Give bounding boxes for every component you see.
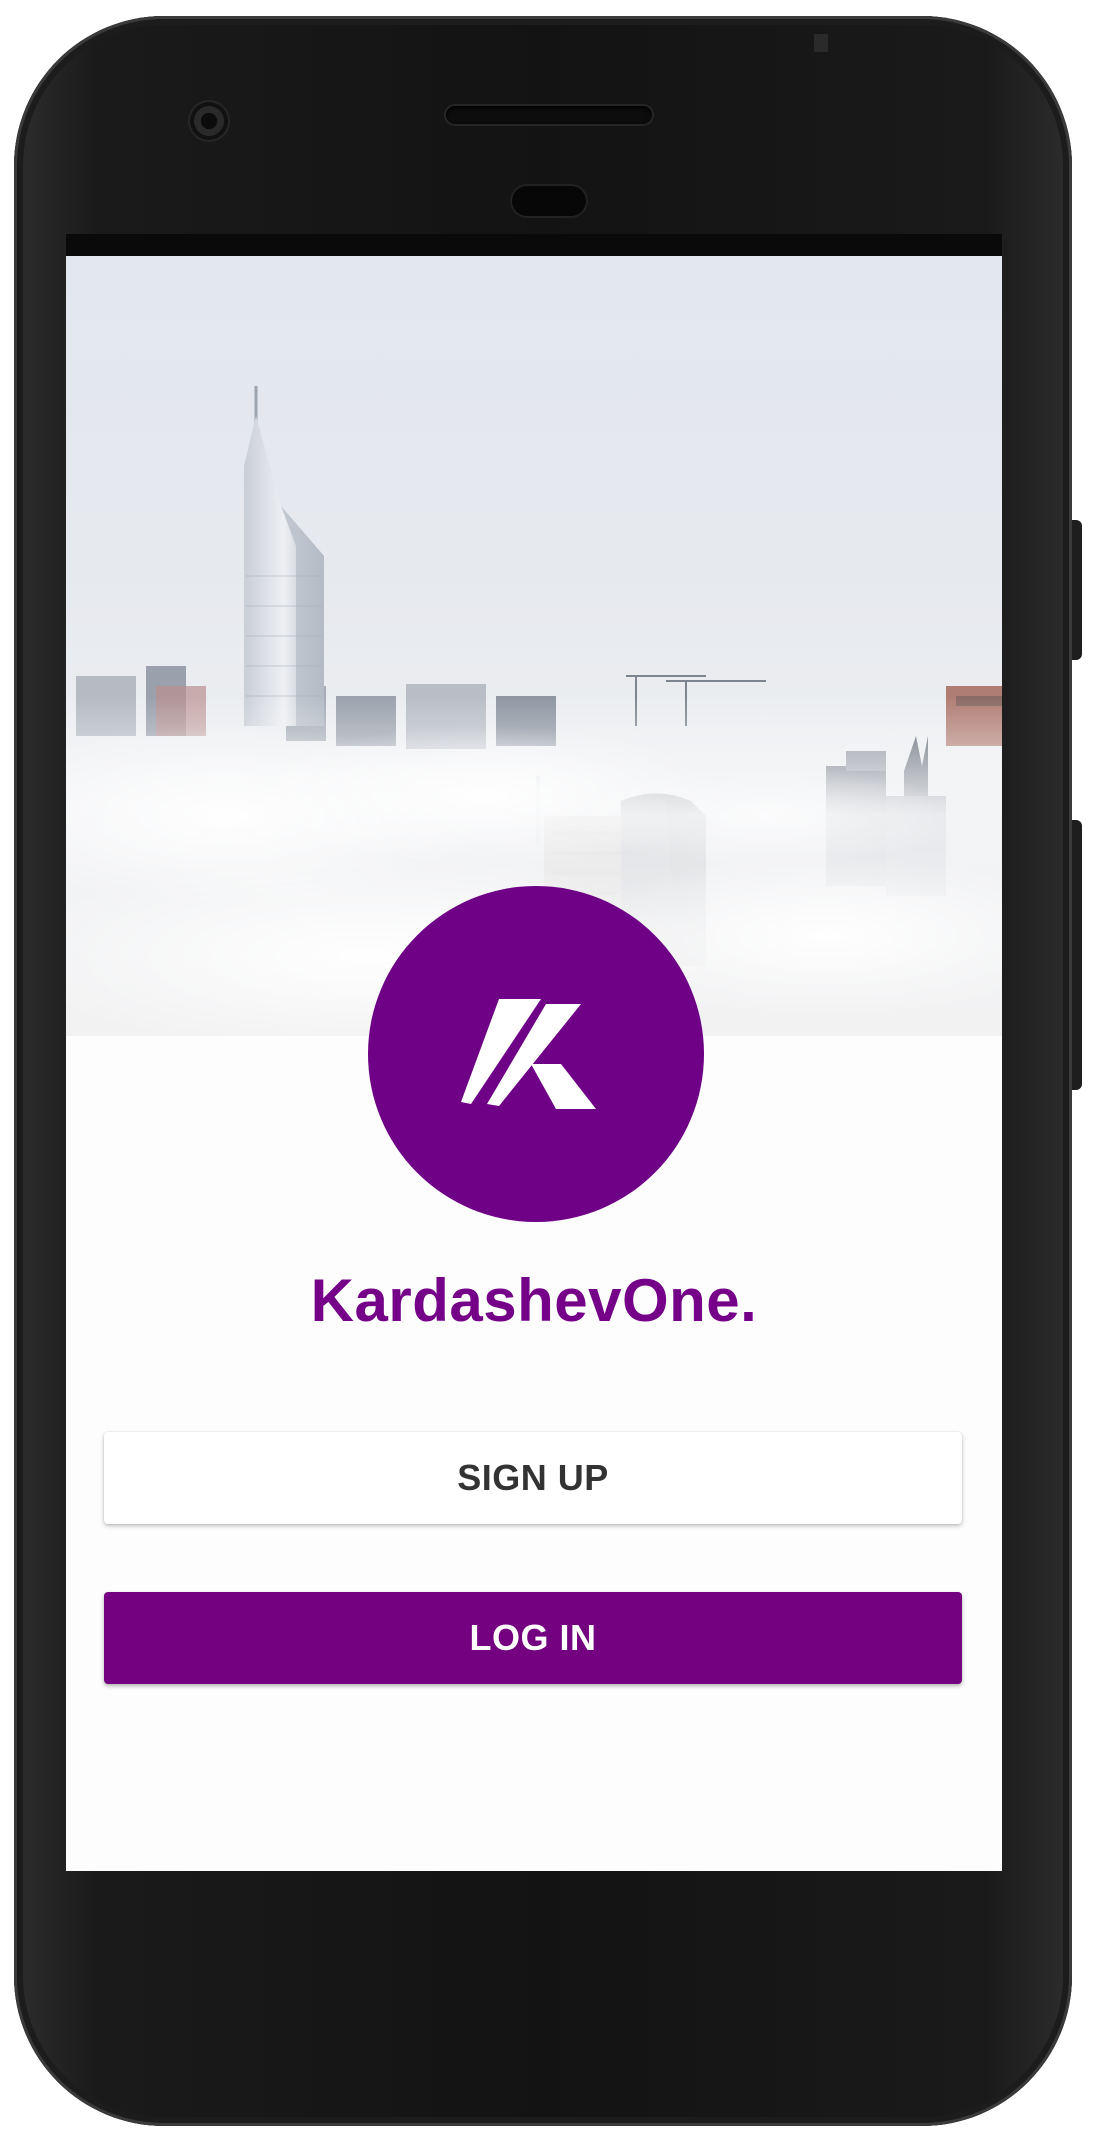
volume-button (1072, 820, 1082, 1090)
kardashev-k-logo-icon (461, 999, 596, 1109)
frame-notch-mark (814, 34, 828, 52)
app-name: KardashevOne. (310, 1267, 758, 1334)
app-logo (368, 886, 704, 1222)
earpiece-speaker (446, 106, 652, 124)
proximity-sensor (512, 186, 586, 216)
front-camera-icon (190, 102, 228, 140)
signup-button[interactable]: SIGN UP (104, 1432, 962, 1524)
power-button (1072, 520, 1082, 660)
login-button[interactable]: LOG IN (104, 1592, 962, 1684)
status-bar (66, 234, 1002, 256)
phone-screen: KardashevOne. SIGN UP LOG IN (66, 234, 1002, 1871)
welcome-screen: KardashevOne. SIGN UP LOG IN (66, 256, 1002, 1871)
